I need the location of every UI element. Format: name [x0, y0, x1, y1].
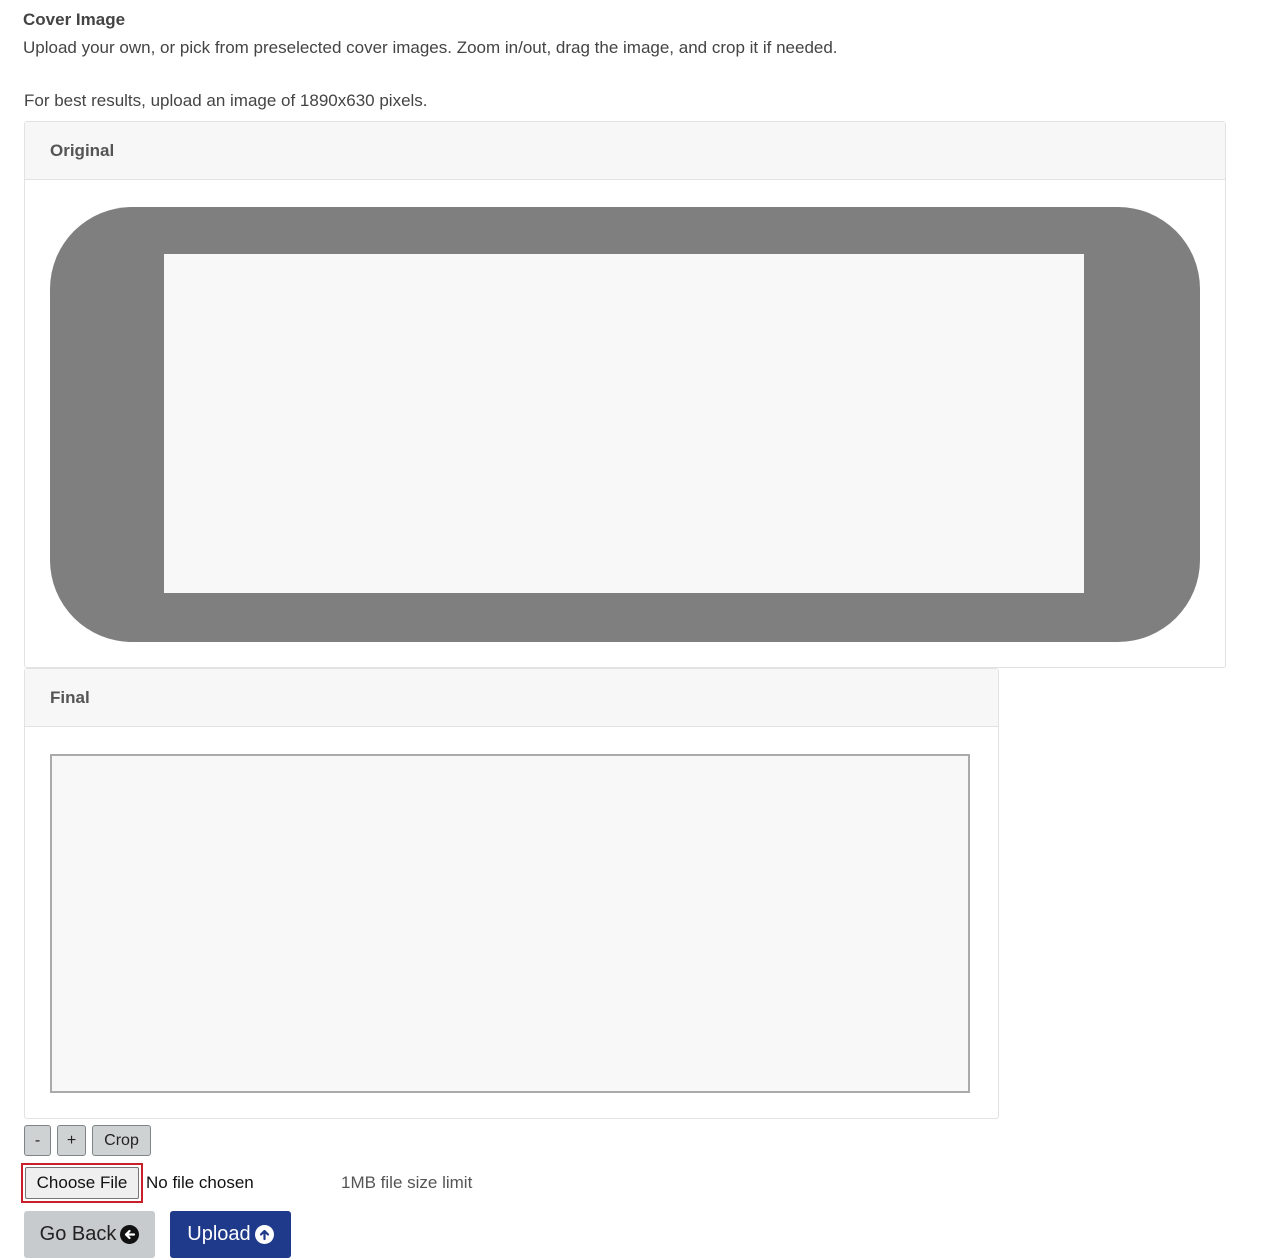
go-back-label: Go Back [39, 1223, 117, 1245]
zoom-out-button[interactable]: - [24, 1125, 51, 1156]
original-panel-header: Original [25, 122, 1225, 180]
section-title: Cover Image [23, 10, 126, 29]
file-status: No file chosen [146, 1173, 254, 1192]
upload-label: Upload [187, 1223, 251, 1245]
final-panel: Final [24, 668, 999, 1119]
choose-file-button[interactable]: Choose File [25, 1167, 139, 1199]
crop-button[interactable]: Crop [92, 1125, 151, 1156]
crop-area[interactable] [164, 254, 1084, 593]
original-panel-title: Original [50, 141, 115, 160]
final-panel-title: Final [50, 688, 90, 707]
final-preview [50, 754, 970, 1093]
upload-button[interactable]: Upload [170, 1211, 291, 1258]
zoom-in-button[interactable]: + [57, 1125, 86, 1156]
file-input-highlight: Choose File [21, 1163, 143, 1203]
crop-canvas[interactable] [50, 207, 1200, 642]
arrow-up-circle-icon [254, 1225, 274, 1244]
final-panel-header: Final [25, 669, 998, 727]
file-size-limit: 1MB file size limit [341, 1173, 473, 1192]
cover-image-page: Cover Image Upload your own, or pick fro… [0, 0, 1280, 1260]
size-hint: For best results, upload an image of 189… [24, 91, 428, 110]
section-description: Upload your own, or pick from preselecte… [23, 38, 838, 57]
go-back-button[interactable]: Go Back [24, 1211, 155, 1258]
arrow-left-circle-icon [120, 1225, 140, 1244]
original-panel: Original [24, 121, 1226, 668]
